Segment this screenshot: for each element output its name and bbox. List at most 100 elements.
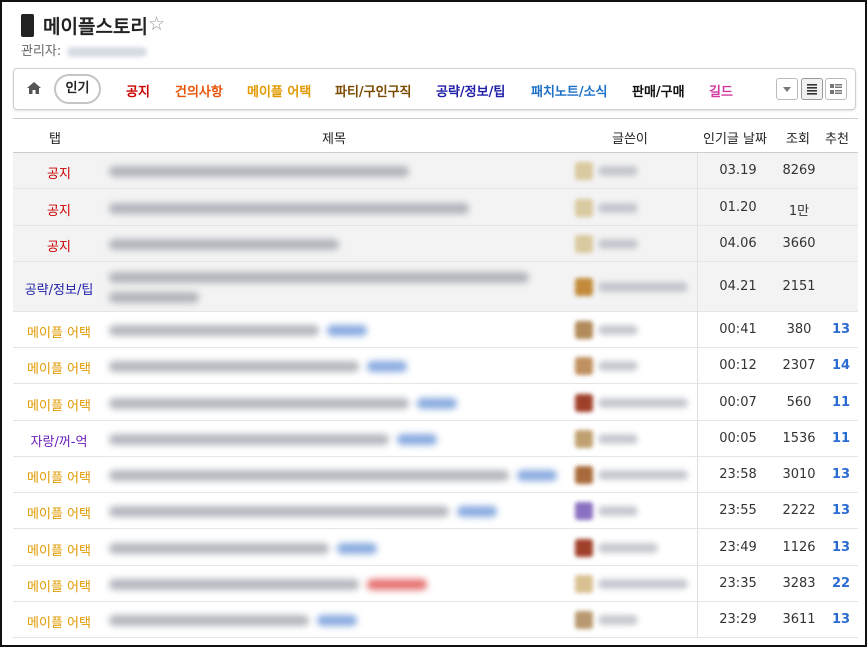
popular-tab-button[interactable]: 인기 [54,74,101,104]
row-tab-label[interactable]: 공지 [13,200,105,219]
author-name-blurred[interactable] [598,166,638,176]
author-name-blurred[interactable] [598,397,688,408]
table-row[interactable]: 메이플 어택 23:55 2222 13 [13,493,858,529]
home-icon[interactable] [26,80,42,96]
author-name-blurred[interactable] [598,325,638,335]
row-tab-label[interactable]: 메이플 어택 [13,467,105,486]
author-name-blurred[interactable] [598,470,688,480]
row-title-blurred[interactable] [109,397,409,409]
column-divider [697,421,698,456]
gallery-title[interactable]: 메이플스토리 [43,12,148,39]
author-avatar[interactable] [575,611,593,629]
author-avatar[interactable] [575,162,593,180]
row-tag-blurred [337,542,377,554]
row-date: 23:29 [719,612,757,627]
row-title-blurred[interactable] [109,434,389,445]
table-row[interactable]: 메이플 어택 23:35 3283 22 [13,566,858,602]
row-tab-label[interactable]: 메이플 어택 [13,540,105,559]
gallery-icon [21,14,34,37]
row-views: 3611 [782,612,816,627]
row-title-blurred[interactable] [109,542,329,554]
row-tab-label[interactable]: 공지 [13,236,105,255]
author-avatar[interactable] [575,538,593,557]
table-row[interactable]: 공지 03.19 8269 [13,153,858,189]
author-name-blurred[interactable] [598,202,638,213]
category-tab[interactable]: 패치노트/소식 [531,81,608,100]
author-avatar[interactable] [575,278,593,296]
row-tab-label[interactable]: 메이플 어택 [13,576,105,595]
row-title-blurred[interactable] [109,615,309,626]
category-tab[interactable]: 공략/정보/팁 [436,81,505,100]
list-view-button[interactable] [801,78,823,100]
author-avatar[interactable] [575,466,593,484]
category-tab[interactable]: 길드 [709,81,733,100]
author-name-blurred[interactable] [598,542,658,553]
row-title-blurred[interactable] [109,239,339,250]
row-tag-blurred [517,470,557,481]
row-recommend-count: 22 [831,576,851,591]
author-avatar[interactable] [575,430,593,448]
category-tab[interactable]: 건의사항 [175,81,223,100]
header-author: 글쓴이 [612,132,648,147]
row-title-blurred[interactable] [109,202,469,214]
category-tab[interactable]: 메이플 어택 [247,81,311,100]
row-title-blurred-line2[interactable] [109,292,199,303]
author-avatar[interactable] [575,357,593,375]
row-tab-label[interactable]: 공략/정보/팁 [13,279,105,298]
row-views: 2307 [782,358,816,373]
favorite-star-icon[interactable]: ☆ [148,13,165,35]
author-name-blurred[interactable] [598,579,688,589]
row-tag-blurred [317,615,357,626]
row-tab-label[interactable]: 공지 [13,163,105,182]
row-tab-label[interactable]: 자랑/꺼-억 [13,431,105,450]
row-title-blurred[interactable] [109,470,509,481]
row-tag-blurred [457,506,497,517]
author-name-blurred[interactable] [598,361,638,371]
column-divider [697,226,698,261]
column-divider [697,529,698,565]
list-view-icon [807,84,817,95]
table-row[interactable]: 공략/정보/팁 04.21 2151 [13,262,858,312]
author-name-blurred[interactable] [598,434,638,444]
category-tab[interactable]: 파티/구인구직 [335,81,412,100]
dropdown-button[interactable] [776,78,798,100]
author-name-blurred[interactable] [598,615,638,625]
author-avatar[interactable] [575,235,593,253]
table-row[interactable]: 메이플 어택 00:12 2307 14 [13,348,858,384]
row-title-blurred[interactable] [109,325,319,336]
row-title-blurred[interactable] [109,579,359,590]
row-tab-label[interactable]: 메이플 어택 [13,322,105,341]
row-title-blurred[interactable] [109,272,529,283]
row-title-blurred[interactable] [109,361,359,372]
table-row[interactable]: 메이플 어택 23:49 1126 13 [13,529,858,566]
author-avatar[interactable] [575,575,593,593]
author-avatar[interactable] [575,198,593,217]
author-name-blurred[interactable] [598,506,638,516]
author-name-blurred[interactable] [598,239,638,249]
row-title-blurred[interactable] [109,506,449,517]
row-tab-label[interactable]: 메이플 어택 [13,395,105,414]
author-avatar[interactable] [575,502,593,520]
table-row[interactable]: 메이플 어택 23:58 3010 13 [13,457,858,493]
table-header: 탭 제목 글쓴이 인기글 날짜 조회 추천 [13,118,858,153]
row-tab-label[interactable]: 메이플 어택 [13,612,105,631]
thumbnail-view-button[interactable] [825,78,847,100]
row-tab-label[interactable]: 메이플 어택 [13,503,105,522]
table-row[interactable]: 메이플 어택 00:07 560 11 [13,384,858,421]
author-avatar[interactable] [575,321,593,339]
table-row[interactable]: 메이플 어택 23:29 3611 13 [13,602,858,638]
author-avatar[interactable] [575,393,593,412]
author-name-blurred[interactable] [598,282,688,292]
column-divider [697,457,698,492]
row-views: 2222 [782,503,816,518]
table-row[interactable]: 메이플 어택 00:41 380 13 [13,312,858,348]
table-row[interactable]: 공지 04.06 3660 [13,226,858,262]
category-tab[interactable]: 판매/구매 [632,81,685,100]
category-tab[interactable]: 공지 [126,81,150,100]
table-row[interactable]: 공지 01.20 1만 [13,189,858,226]
row-tab-label[interactable]: 메이플 어택 [13,358,105,377]
row-title-blurred[interactable] [109,166,409,177]
table-row[interactable]: 자랑/꺼-억 00:05 1536 11 [13,421,858,457]
header-date: 인기글 날짜 [703,132,767,147]
row-views: 1126 [782,539,816,555]
